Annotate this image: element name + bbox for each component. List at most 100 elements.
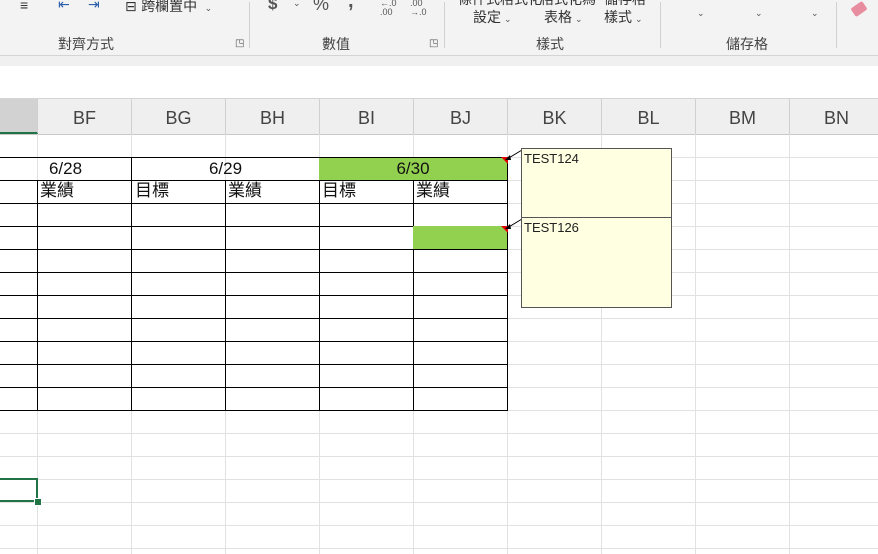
- table-cell[interactable]: [413, 341, 508, 365]
- format-as-table-button[interactable]: 表格 ⌄: [544, 7, 583, 27]
- table-cell[interactable]: [319, 318, 414, 342]
- table-cell[interactable]: [37, 387, 132, 411]
- table-cell[interactable]: [413, 203, 508, 227]
- date-cell-628[interactable]: 6/28: [0, 157, 132, 181]
- merge-center-button[interactable]: ⊟ 跨欄置中 ⌄: [125, 0, 212, 16]
- table-cell[interactable]: [413, 272, 508, 296]
- currency-button[interactable]: $: [268, 0, 277, 14]
- table-cell[interactable]: [319, 203, 414, 227]
- table-cell[interactable]: [0, 295, 38, 319]
- table-cell[interactable]: [225, 364, 320, 388]
- table-cell[interactable]: [0, 180, 38, 204]
- table-cell[interactable]: [225, 295, 320, 319]
- header-cell-target[interactable]: 目標: [131, 180, 226, 204]
- table-cell[interactable]: [131, 364, 226, 388]
- column-header-bi[interactable]: BI: [320, 99, 414, 134]
- table-cell[interactable]: [413, 318, 508, 342]
- increase-decimal-button[interactable]: ←.0 .00: [380, 0, 400, 17]
- header-cell-sales[interactable]: 業績: [225, 180, 320, 204]
- header-cell-target[interactable]: 目標: [319, 180, 414, 204]
- table-cell[interactable]: [131, 318, 226, 342]
- chevron-down-icon[interactable]: ⌄: [293, 0, 301, 9]
- alignment-launcher-icon[interactable]: ◳: [235, 38, 244, 49]
- comment-box[interactable]: TEST126: [521, 217, 672, 308]
- table-cell[interactable]: [37, 364, 132, 388]
- decrease-decimal-button[interactable]: .00 →.0: [410, 0, 430, 17]
- formula-bar[interactable]: [0, 66, 878, 99]
- table-cell[interactable]: [225, 341, 320, 365]
- group-number-label: 數值: [322, 36, 350, 52]
- header-cell-sales[interactable]: 業績: [37, 180, 132, 204]
- eraser-icon[interactable]: [850, 0, 868, 18]
- table-cell[interactable]: [131, 249, 226, 273]
- table-cell[interactable]: [319, 249, 414, 273]
- table-cell[interactable]: [413, 387, 508, 411]
- column-header-bk[interactable]: BK: [508, 99, 602, 134]
- table-cell[interactable]: [0, 341, 38, 365]
- table-cell[interactable]: [131, 203, 226, 227]
- percent-button[interactable]: %: [313, 0, 329, 15]
- table-cell[interactable]: [319, 295, 414, 319]
- table-cell[interactable]: [131, 272, 226, 296]
- table-cell[interactable]: [131, 341, 226, 365]
- table-cell[interactable]: [0, 226, 38, 250]
- comma-style-button[interactable]: ,: [348, 0, 354, 13]
- table-cell[interactable]: [225, 387, 320, 411]
- table-cell[interactable]: [225, 318, 320, 342]
- increase-indent-icon[interactable]: ⇥: [88, 0, 100, 13]
- table-cell[interactable]: [37, 272, 132, 296]
- table-cell[interactable]: [319, 341, 414, 365]
- table-cell[interactable]: [37, 295, 132, 319]
- delete-dropdown-icon[interactable]: ⌄: [755, 8, 763, 19]
- table-cell[interactable]: [37, 341, 132, 365]
- align-lines-icon[interactable]: ≡: [20, 0, 28, 13]
- table-cell[interactable]: [0, 364, 38, 388]
- column-header-bf[interactable]: BF: [38, 99, 132, 134]
- date-cell-630[interactable]: 6/30: [319, 157, 508, 181]
- table-cell[interactable]: [37, 318, 132, 342]
- table-cell[interactable]: [0, 249, 38, 273]
- table-cell[interactable]: [225, 272, 320, 296]
- table-cell[interactable]: [37, 226, 132, 250]
- table-cell[interactable]: [0, 318, 38, 342]
- cell-styles-button[interactable]: 樣式 ⌄: [604, 7, 643, 27]
- column-header-selected[interactable]: [0, 99, 38, 134]
- column-header-bj[interactable]: BJ: [414, 99, 508, 134]
- table-cell[interactable]: [37, 249, 132, 273]
- decrease-indent-icon[interactable]: ⇤: [58, 0, 70, 13]
- comment-text: TEST126: [524, 220, 579, 235]
- table-cell[interactable]: [0, 272, 38, 296]
- table-cell[interactable]: [413, 364, 508, 388]
- column-header-bm[interactable]: BM: [696, 99, 790, 134]
- table-cell[interactable]: [225, 226, 320, 250]
- table-cell[interactable]: [319, 387, 414, 411]
- table-cell[interactable]: [413, 249, 508, 273]
- format-dropdown-icon[interactable]: ⌄: [811, 8, 819, 19]
- table-cell[interactable]: [37, 203, 132, 227]
- table-cell[interactable]: [319, 226, 414, 250]
- table-cell[interactable]: [131, 295, 226, 319]
- table-cell[interactable]: [413, 295, 508, 319]
- table-cell[interactable]: [413, 226, 508, 250]
- column-header-bg[interactable]: BG: [132, 99, 226, 134]
- table-cell[interactable]: [319, 272, 414, 296]
- active-cell[interactable]: [0, 478, 38, 502]
- table-cell[interactable]: [225, 249, 320, 273]
- column-header-bh[interactable]: BH: [226, 99, 320, 134]
- fill-handle[interactable]: [34, 498, 42, 506]
- table-cell[interactable]: [131, 226, 226, 250]
- table-cell[interactable]: [0, 203, 38, 227]
- cell-styles-label: 樣式: [604, 9, 632, 25]
- conditional-format-button[interactable]: 設定 ⌄: [473, 7, 512, 27]
- table-cell[interactable]: [0, 387, 38, 411]
- table-cell[interactable]: [225, 203, 320, 227]
- comment-box[interactable]: TEST124: [521, 148, 672, 218]
- date-cell-629[interactable]: 6/29: [131, 157, 320, 181]
- table-cell[interactable]: [319, 364, 414, 388]
- insert-dropdown-icon[interactable]: ⌄: [697, 8, 705, 19]
- table-cell[interactable]: [131, 387, 226, 411]
- column-header-bl[interactable]: BL: [602, 99, 696, 134]
- column-header-bn[interactable]: BN: [790, 99, 878, 134]
- header-cell-sales[interactable]: 業績: [413, 180, 508, 204]
- number-launcher-icon[interactable]: ◳: [429, 38, 438, 49]
